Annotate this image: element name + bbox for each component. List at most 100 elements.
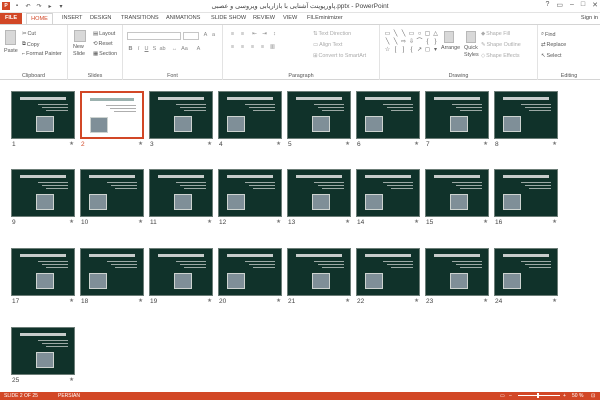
- quick-styles-label-1[interactable]: Quick: [464, 45, 478, 51]
- format-painter-button[interactable]: ⌐ Format Painter: [22, 51, 62, 57]
- shape-bracket-icon[interactable]: }: [432, 39, 439, 46]
- slide-transition-star-icon[interactable]: ★: [207, 141, 212, 147]
- shape-oval-icon[interactable]: ○: [416, 31, 423, 38]
- slide-transition-star-icon[interactable]: ★: [276, 219, 281, 225]
- shape-arrow-icon[interactable]: ⇩: [408, 39, 415, 46]
- slide-thumbnail[interactable]: [149, 248, 213, 296]
- slide-thumbnail-cell[interactable]: 8 ★: [494, 91, 558, 149]
- slide-thumbnail[interactable]: [287, 248, 351, 296]
- align-center-icon[interactable]: ≡: [239, 44, 246, 51]
- slide-thumbnail[interactable]: [80, 248, 144, 296]
- bullets-icon[interactable]: ≡: [229, 31, 236, 38]
- shape-effects-button[interactable]: ◇ Shape Effects: [481, 53, 520, 59]
- slide-thumbnail-cell[interactable]: 11 ★: [149, 169, 213, 227]
- slide-transition-star-icon[interactable]: ★: [414, 298, 419, 304]
- slide-transition-star-icon[interactable]: ★: [207, 298, 212, 304]
- shape-outline-button[interactable]: ✎ Shape Outline: [481, 42, 521, 48]
- ribbon-display-icon[interactable]: ▭: [556, 1, 563, 9]
- new-slide-label-2[interactable]: Slide: [73, 51, 85, 57]
- bold-icon[interactable]: B: [127, 46, 134, 53]
- slide-thumbnail[interactable]: [356, 248, 420, 296]
- slide-transition-star-icon[interactable]: ★: [483, 141, 488, 147]
- slide-thumbnail[interactable]: [80, 91, 144, 139]
- tab-fileminimizer[interactable]: FILEminimizer: [307, 13, 343, 24]
- text-direction-button[interactable]: ⇅ Text Direction: [313, 31, 351, 37]
- change-case-icon[interactable]: Aa: [181, 46, 188, 53]
- slide-transition-star-icon[interactable]: ★: [483, 219, 488, 225]
- slide-thumbnail[interactable]: [425, 91, 489, 139]
- slide-transition-star-icon[interactable]: ★: [345, 298, 350, 304]
- slide-thumbnail[interactable]: [494, 91, 558, 139]
- slide-thumbnail-cell[interactable]: 14 ★: [356, 169, 420, 227]
- slide-thumbnail-cell[interactable]: 19 ★: [149, 248, 213, 306]
- slide-thumbnail[interactable]: [356, 169, 420, 217]
- copy-button[interactable]: ⧉ Copy: [22, 41, 39, 48]
- slide-transition-star-icon[interactable]: ★: [483, 298, 488, 304]
- shape-star-icon[interactable]: ☆: [384, 47, 391, 54]
- select-button[interactable]: ↖ Select: [541, 53, 562, 59]
- replace-button[interactable]: ⇄ Replace: [541, 42, 566, 48]
- slide-transition-star-icon[interactable]: ★: [414, 141, 419, 147]
- align-right-icon[interactable]: ≡: [249, 44, 256, 51]
- decrease-indent-icon[interactable]: ⇤: [251, 31, 258, 38]
- arrange-icon[interactable]: [444, 31, 454, 43]
- slide-transition-star-icon[interactable]: ★: [345, 141, 350, 147]
- tab-insert[interactable]: INSERT: [62, 13, 82, 24]
- slide-thumbnail[interactable]: [11, 169, 75, 217]
- paste-icon[interactable]: [5, 30, 16, 45]
- close-icon[interactable]: ✕: [592, 1, 598, 9]
- slide-transition-star-icon[interactable]: ★: [69, 219, 74, 225]
- line-spacing-icon[interactable]: ↕: [271, 31, 278, 38]
- tab-file[interactable]: FILE: [0, 13, 22, 24]
- slide-transition-star-icon[interactable]: ★: [69, 141, 74, 147]
- shape-callout-icon[interactable]: ◻: [424, 47, 431, 54]
- slide-thumbnail[interactable]: [218, 248, 282, 296]
- language-indicator[interactable]: PERSIAN: [58, 393, 80, 399]
- slide-thumbnail[interactable]: [11, 327, 75, 375]
- strikethrough-icon[interactable]: ab: [159, 46, 166, 53]
- shape-bracket-icon[interactable]: [: [392, 47, 399, 54]
- reset-button[interactable]: ⟲ Reset: [93, 41, 113, 47]
- justify-icon[interactable]: ≡: [259, 44, 266, 51]
- shape-fill-button[interactable]: ◆ Shape Fill: [481, 31, 510, 37]
- zoom-level[interactable]: 50 %: [572, 393, 583, 399]
- slide-transition-star-icon[interactable]: ★: [276, 298, 281, 304]
- shape-curve-icon[interactable]: ⌒: [416, 39, 423, 46]
- slide-thumbnail-cell[interactable]: 1 ★: [11, 91, 75, 149]
- shape-bracket-icon[interactable]: {: [424, 39, 431, 46]
- slide-thumbnail-cell[interactable]: 13 ★: [287, 169, 351, 227]
- slide-thumbnail-cell[interactable]: 3 ★: [149, 91, 213, 149]
- slide-transition-star-icon[interactable]: ★: [345, 219, 350, 225]
- shape-line-icon[interactable]: ╲: [392, 39, 399, 46]
- slide-thumbnail[interactable]: [287, 169, 351, 217]
- slide-thumbnail-cell[interactable]: 6 ★: [356, 91, 420, 149]
- minimize-icon[interactable]: –: [570, 1, 574, 9]
- slide-thumbnail-cell[interactable]: 10 ★: [80, 169, 144, 227]
- slide-thumbnail-cell[interactable]: 24 ★: [494, 248, 558, 306]
- normal-view-icon[interactable]: ▭: [500, 393, 505, 399]
- maximize-icon[interactable]: □: [581, 1, 585, 9]
- slide-thumbnail[interactable]: [218, 91, 282, 139]
- slide-transition-star-icon[interactable]: ★: [552, 298, 557, 304]
- shape-line-icon[interactable]: ╲: [400, 31, 407, 38]
- char-spacing-icon[interactable]: ↔: [171, 46, 178, 53]
- section-button[interactable]: ▦ Section: [93, 51, 117, 57]
- numbering-icon[interactable]: ≡: [239, 31, 246, 38]
- slide-transition-star-icon[interactable]: ★: [552, 141, 557, 147]
- tab-design[interactable]: DESIGN: [90, 13, 111, 24]
- slide-thumbnail-cell[interactable]: 16 ★: [494, 169, 558, 227]
- cut-button[interactable]: ✂ Cut: [22, 31, 36, 37]
- slide-thumbnail[interactable]: [494, 169, 558, 217]
- slide-transition-star-icon[interactable]: ★: [138, 219, 143, 225]
- slide-thumbnail[interactable]: [425, 169, 489, 217]
- shape-more-icon[interactable]: ▾: [432, 47, 439, 54]
- slide-thumbnail-cell[interactable]: 5 ★: [287, 91, 351, 149]
- slide-transition-star-icon[interactable]: ★: [276, 141, 281, 147]
- shapes-gallery[interactable]: ▭ ╲ ╲ ▭ ○ ▢ △ ╲ ╲ ⇨ ⇩ ⌒ { } ☆ [ ] { ↗ ◻ …: [384, 31, 439, 54]
- align-left-icon[interactable]: ≡: [229, 44, 236, 51]
- slide-thumbnail[interactable]: [149, 169, 213, 217]
- slide-thumbnail[interactable]: [218, 169, 282, 217]
- slide-transition-star-icon[interactable]: ★: [414, 219, 419, 225]
- sign-in-link[interactable]: Sign in: [581, 13, 598, 24]
- slide-thumbnail-cell[interactable]: 21 ★: [287, 248, 351, 306]
